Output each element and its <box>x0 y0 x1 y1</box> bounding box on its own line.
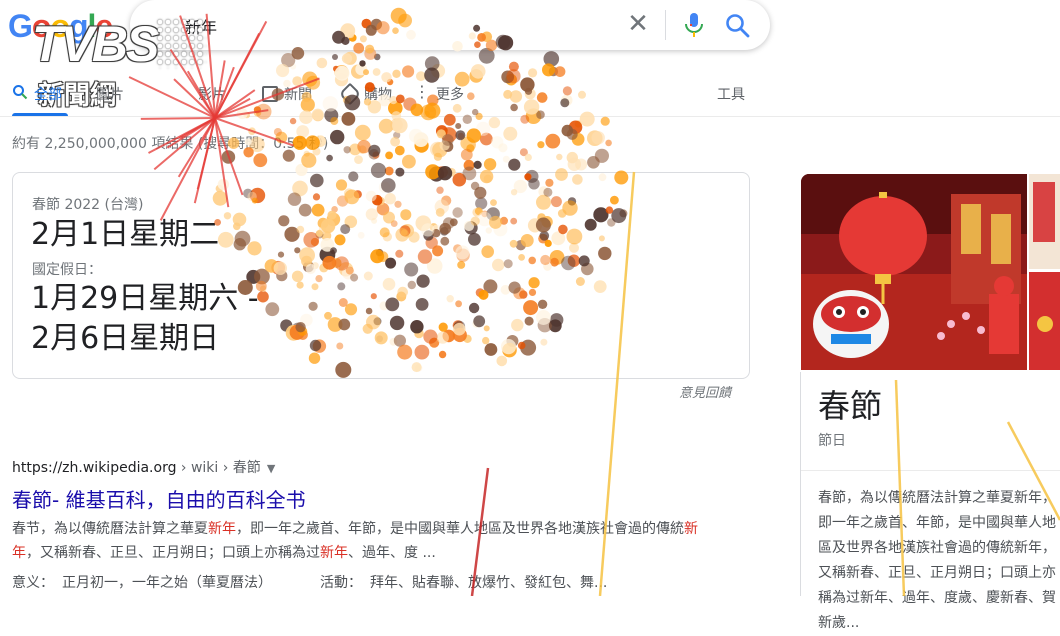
result-url[interactable]: https://zh.wikipedia.org › wiki › 春節 ▼ <box>12 457 275 477</box>
tab-more[interactable]: 更多 <box>436 84 464 104</box>
more-icon: ⋮ <box>414 82 430 101</box>
tab-all-search-icon <box>13 85 28 100</box>
attr-label: 意义： <box>12 575 54 591</box>
answer-caption: 春節 2022 (台灣) <box>32 197 144 213</box>
snippet-text: ，即一年之歲首、年節，是中國與華人地區及世界各地漢族社會過的傳統 <box>236 521 684 537</box>
result-stats: 約有 2,250,000,000 項結果 (搜尋時間：0.55 秒) <box>12 136 329 152</box>
attr-label: 活動： <box>320 575 362 591</box>
attr-value: 拜年、貼春聯、放爆竹、發紅包、舞... <box>370 575 608 591</box>
tabs-divider <box>0 116 1060 117</box>
clear-search-button[interactable]: ✕ <box>624 10 652 38</box>
search-icon[interactable] <box>724 12 752 40</box>
holiday-caption: 國定假日： <box>32 262 102 278</box>
result-domain: https://zh.wikipedia.org <box>12 460 177 476</box>
search-input[interactable] <box>185 14 605 38</box>
chevron-down-icon[interactable]: ▼ <box>267 462 275 475</box>
knowledge-panel-title: 春節 <box>818 387 883 425</box>
microphone-icon[interactable] <box>682 12 706 38</box>
result-title-link[interactable]: 春節- 維基百科，自由的百科全书 <box>12 484 306 513</box>
tag-icon <box>338 82 362 106</box>
snippet-highlight: 新年 <box>208 521 236 537</box>
answer-date: 2月1日星期二 <box>31 217 220 252</box>
tvbs-dot-logo <box>156 18 206 68</box>
result-snippet: 春节，為以傳統曆法計算之華夏新年，即一年之歲首、年節，是中國與華人地區及世界各地… <box>12 517 712 565</box>
snippet-text: ，又稱新春、正旦、正月朔日；口頭上亦稱為过 <box>26 545 320 561</box>
tools-button[interactable]: 工具 <box>717 84 745 104</box>
feedback-link[interactable]: 意見回饋 <box>679 382 731 401</box>
news-icon <box>262 86 278 102</box>
tab-shopping[interactable]: 購物 <box>364 84 392 104</box>
knowledge-panel-thumbnail[interactable] <box>1029 174 1060 370</box>
tab-all[interactable]: 全部 <box>34 84 62 104</box>
tvbs-brand: TVBS <box>32 16 159 72</box>
holiday-range-end: 2月6日星期日 <box>31 321 220 356</box>
result-breadcrumb: › wiki › 春節 <box>176 460 261 476</box>
search-divider <box>665 10 666 40</box>
knowledge-panel-image[interactable] <box>801 174 1027 370</box>
snippet-highlight: 新年 <box>320 545 348 561</box>
snippet-text: 春节，為以傳統曆法計算之華夏 <box>12 521 208 537</box>
tab-videos[interactable]: 影片 <box>198 84 226 104</box>
tab-news[interactable]: 新聞 <box>284 84 312 104</box>
knowledge-panel-subtitle: 節日 <box>818 433 846 449</box>
holiday-range-start: 1月29日星期六 - <box>31 281 259 316</box>
knowledge-panel-divider <box>801 470 1060 471</box>
result-attributes: 意义： 正月初一，一年之始（華夏曆法） 活動： 拜年、貼春聯、放爆竹、發紅包、舞... <box>12 572 607 592</box>
knowledge-panel-description: 春節，為以傳統曆法計算之華夏新年，即一年之歲首、年節，是中國與華人地區及世界各地… <box>818 490 1056 631</box>
attr-value: 正月初一，一年之始（華夏曆法） <box>62 575 272 591</box>
tab-images[interactable]: 圖片 <box>96 84 124 104</box>
snippet-text: 、過年、度 ... <box>348 545 436 561</box>
